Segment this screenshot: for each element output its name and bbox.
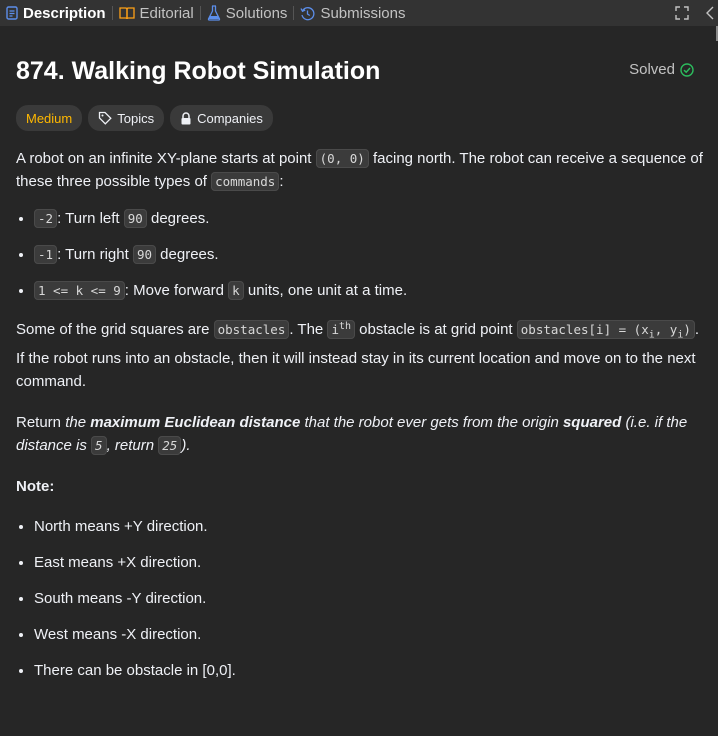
text: ) (683, 322, 691, 338)
tab-submissions-label: Submissions (320, 4, 406, 22)
companies-button[interactable]: Companies (170, 105, 273, 131)
text: , return (106, 436, 159, 454)
list-item: South means -Y direction. (34, 587, 704, 610)
companies-label: Companies (197, 110, 263, 126)
solved-label: Solved (629, 61, 675, 78)
problem-title[interactable]: 874. Walking Robot Simulation (16, 56, 380, 86)
bold-text: maximum Euclidean distance (90, 413, 301, 431)
inline-code: ith (327, 320, 356, 340)
list-item: There can be obstacle in [0,0]. (34, 659, 704, 682)
obstacles-paragraph: Some of the grid squares are obstacles. … (16, 315, 704, 393)
tab-solutions[interactable]: Solutions (201, 0, 294, 26)
text: Some of the grid squares are (16, 321, 214, 339)
inline-code: 1 <= k <= 9 (34, 281, 125, 300)
text: Return (16, 413, 66, 431)
text: A robot on an infinite XY-plane starts a… (16, 150, 316, 167)
text: degrees. (146, 210, 210, 227)
topics-label: Topics (117, 110, 155, 126)
solved-status: Solved (629, 61, 694, 78)
commands-list: -2: Turn left 90 degrees. -1: Turn right… (16, 207, 704, 302)
title-row: 874. Walking Robot Simulation Solved (16, 26, 704, 88)
list-item: West means -X direction. (34, 623, 704, 646)
list-item: 1 <= k <= 9: Move forward k units, one u… (34, 279, 704, 302)
text: ). (181, 436, 191, 454)
tag-icon (98, 111, 112, 125)
tab-bar: Description Editorial Solutions Submissi… (0, 0, 718, 26)
description-icon (6, 6, 18, 20)
list-item: -1: Turn right 90 degrees. (34, 243, 704, 266)
bold-text: squared (562, 413, 622, 431)
problem-tags: Medium Topics Companies (16, 105, 704, 131)
inline-code: obstacles (213, 320, 290, 340)
tab-bar-actions (675, 0, 718, 26)
inline-code: obstacles[i] = (xi, yi) (516, 320, 695, 341)
inline-code: k (228, 281, 244, 300)
topics-button[interactable]: Topics (88, 105, 165, 131)
text: i (331, 322, 339, 338)
inline-code: -2 (34, 209, 58, 228)
maximize-icon[interactable] (675, 6, 689, 20)
text: : Turn left (57, 210, 124, 227)
lock-icon (180, 111, 192, 125)
inline-code: commands (211, 172, 280, 191)
note-heading: Note: (16, 477, 55, 495)
inline-code: 25 (158, 435, 182, 455)
text: : Move forward (124, 282, 229, 299)
notes-list: North means +Y direction. East means +X … (16, 515, 704, 682)
text: units, one unit at a time. (243, 282, 408, 299)
inline-code: (0, 0) (315, 149, 369, 168)
check-circle-icon (680, 62, 694, 77)
tab-solutions-label: Solutions (225, 4, 288, 22)
intro-paragraph: A robot on an infinite XY-plane starts a… (16, 147, 704, 193)
text: , y (654, 322, 678, 338)
inline-code: 5 (91, 435, 107, 455)
return-paragraph: Return the maximum Euclidean distance th… (16, 411, 704, 457)
text: obstacles[i] = (x (520, 322, 649, 338)
chevron-left-icon[interactable] (705, 6, 715, 20)
difficulty-label: Medium (26, 110, 73, 126)
flask-icon (207, 5, 221, 21)
tab-editorial-label: Editorial (139, 4, 194, 22)
text: . The (289, 321, 328, 339)
history-icon (300, 6, 315, 21)
text: : (279, 173, 284, 190)
inline-code: 90 (123, 209, 147, 228)
list-item: -2: Turn left 90 degrees. (34, 207, 704, 230)
text: : Turn right (57, 246, 133, 263)
inline-code: -1 (34, 245, 58, 264)
list-item: North means +Y direction. (34, 515, 704, 538)
text: the (65, 413, 91, 431)
text: degrees. (156, 246, 219, 263)
superscript: th (338, 321, 352, 332)
text: that the robot ever gets from the origin (300, 413, 563, 431)
tab-editorial[interactable]: Editorial (113, 0, 200, 26)
tab-description-label: Description (23, 4, 106, 22)
text: obstacle is at grid point (355, 321, 517, 339)
tab-submissions[interactable]: Submissions (294, 0, 411, 26)
problem-description-panel: 874. Walking Robot Simulation Solved Med… (16, 26, 704, 695)
difficulty-badge: Medium (16, 105, 83, 131)
list-item: East means +X direction. (34, 551, 704, 574)
tab-description[interactable]: Description (0, 0, 112, 26)
book-icon (118, 6, 135, 20)
inline-code: 90 (132, 245, 156, 264)
